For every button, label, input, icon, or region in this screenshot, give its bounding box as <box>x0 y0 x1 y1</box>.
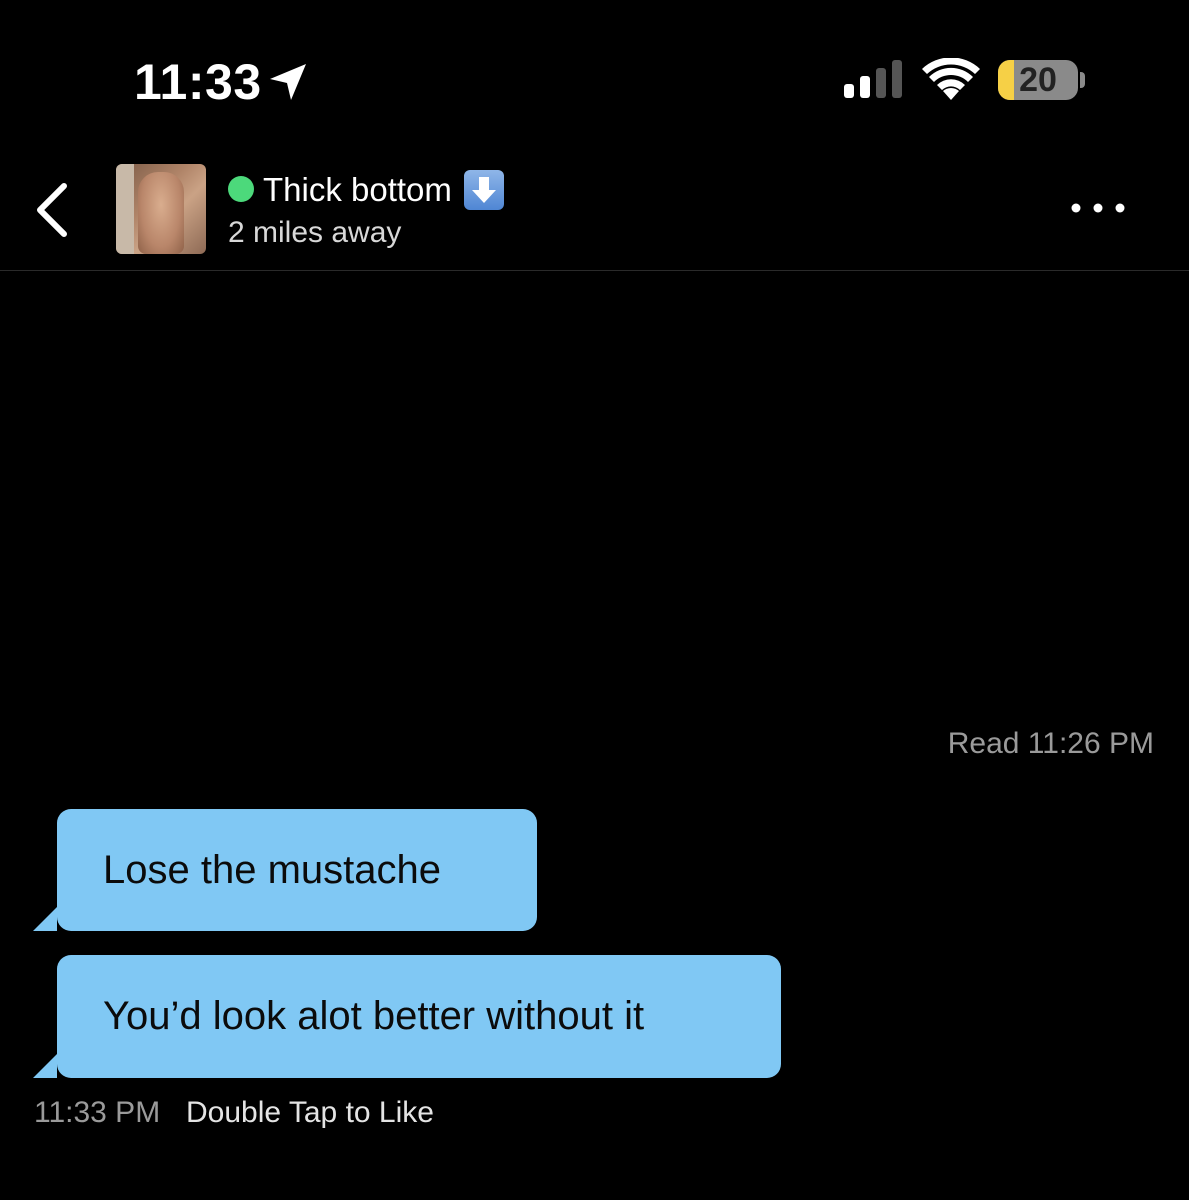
chevron-left-icon[interactable] <box>30 180 76 240</box>
avatar-photo <box>138 172 184 254</box>
message-bubble[interactable]: Lose the mustache <box>33 809 537 931</box>
double-tap-like-hint[interactable]: Double Tap to Like <box>186 1095 434 1131</box>
contact-distance: 2 miles away <box>228 216 402 249</box>
battery-icon: 20 <box>998 60 1078 100</box>
online-status-dot <box>228 176 254 202</box>
read-receipt: Read 11:26 PM <box>947 727 1154 760</box>
more-dots-icon[interactable] <box>1068 196 1128 220</box>
down-arrow-emoji-icon <box>464 170 504 210</box>
signal-bar <box>860 76 870 98</box>
bubble-tail <box>33 1054 57 1078</box>
status-time: 11:33 <box>134 54 262 110</box>
location-arrow-icon <box>270 64 306 100</box>
battery-nub <box>1080 72 1085 88</box>
message-bubble[interactable]: You’d look alot better without it <box>33 955 781 1078</box>
avatar-background <box>116 164 134 254</box>
wifi-icon <box>922 58 980 100</box>
message-text: Lose the mustache <box>103 848 441 892</box>
signal-bar <box>892 60 902 98</box>
battery-percent: 20 <box>1019 61 1057 99</box>
contact-name[interactable]: Thick bottom <box>263 170 452 210</box>
avatar[interactable] <box>116 164 206 254</box>
message-text: You’d look alot better without it <box>103 994 645 1038</box>
signal-bar <box>844 84 854 98</box>
message-timestamp: 11:33 PM <box>34 1096 161 1129</box>
cellular-signal-icon <box>844 60 902 98</box>
header-divider <box>0 270 1189 271</box>
bubble-tail <box>33 907 57 931</box>
signal-bar <box>876 68 886 98</box>
